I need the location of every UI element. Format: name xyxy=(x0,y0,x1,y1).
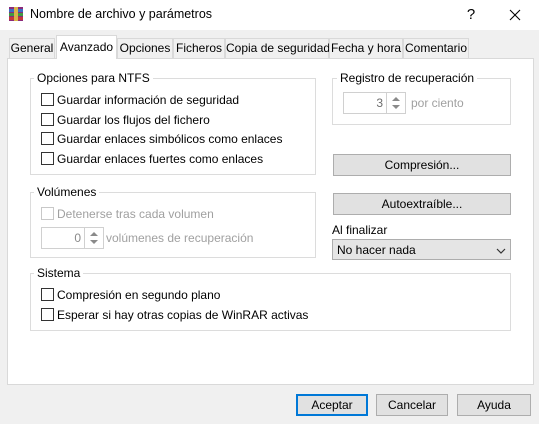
winrar-icon xyxy=(8,6,24,22)
wait-other-copies-label: Esperar si hay otras copias de WinRAR ac… xyxy=(57,308,309,322)
ntfs-group-title: Opciones para NTFS xyxy=(34,71,153,85)
recovery-volumes-spinner[interactable]: 0 xyxy=(41,227,104,249)
volume-pause-label: Detenerse tras cada volumen xyxy=(57,207,214,221)
finish-action-value: No hacer nada xyxy=(337,243,416,257)
tab-copia-de-seguridad[interactable]: Copia de seguridad xyxy=(225,38,330,58)
volumes-group-title: Volúmenes xyxy=(34,185,100,199)
tab-general[interactable]: General xyxy=(9,38,55,58)
spin-down-icon[interactable] xyxy=(392,105,400,109)
ntfs-symlinks-label: Guardar enlaces simbólicos como enlaces xyxy=(57,132,283,146)
system-group-title: Sistema xyxy=(34,266,84,280)
spin-down-icon[interactable] xyxy=(90,240,98,244)
spinner-arrows[interactable] xyxy=(84,228,103,248)
recovery-percent-suffix: por ciento xyxy=(411,96,464,110)
spin-up-icon[interactable] xyxy=(90,232,98,236)
tab-opciones[interactable]: Opciones xyxy=(117,38,173,58)
tab-comentario[interactable]: Comentario xyxy=(403,38,469,58)
chevron-down-icon xyxy=(496,245,506,255)
tab-avanzado[interactable]: Avanzado xyxy=(56,35,117,59)
ntfs-hardlinks-label: Guardar enlaces fuertes como enlaces xyxy=(57,152,264,166)
sfx-button[interactable]: Autoextraíble... xyxy=(333,193,511,215)
compression-button[interactable]: Compresión... xyxy=(333,154,511,176)
tab-fecha-y-hora[interactable]: Fecha y hora xyxy=(329,38,403,58)
recovery-volumes-suffix: volúmenes de recuperación xyxy=(106,231,254,245)
wait-other-copies-checkbox[interactable] xyxy=(41,308,54,321)
close-icon[interactable] xyxy=(500,1,530,29)
spin-up-icon[interactable] xyxy=(392,97,400,101)
ntfs-security-label: Guardar información de seguridad xyxy=(57,93,240,107)
ntfs-streams-label: Guardar los flujos del fichero xyxy=(57,113,210,127)
recovery-volumes-value: 0 xyxy=(74,231,81,245)
recovery-percent-spinner[interactable]: 3 xyxy=(343,92,406,114)
spinner-arrows[interactable] xyxy=(386,93,405,113)
system-group xyxy=(30,273,511,331)
ntfs-streams-checkbox[interactable] xyxy=(41,113,54,126)
ntfs-symlinks-checkbox[interactable] xyxy=(41,132,54,145)
ntfs-hardlinks-checkbox[interactable] xyxy=(41,152,54,165)
background-compression-checkbox[interactable] xyxy=(41,288,54,301)
tab-ficheros[interactable]: Ficheros xyxy=(173,38,225,58)
finish-label: Al finalizar xyxy=(332,223,388,237)
recovery-group-title: Registro de recuperación xyxy=(337,71,478,85)
ntfs-security-checkbox[interactable] xyxy=(41,93,54,106)
finish-action-select[interactable]: No hacer nada xyxy=(332,239,511,260)
volume-pause-checkbox[interactable] xyxy=(41,207,54,220)
ok-button[interactable]: Aceptar xyxy=(296,394,368,416)
recovery-percent-value: 3 xyxy=(376,96,383,110)
help-button[interactable]: Ayuda xyxy=(457,394,531,416)
background-compression-label: Compresión en segundo plano xyxy=(57,288,221,302)
help-icon[interactable]: ? xyxy=(456,1,486,29)
window-title: Nombre de archivo y parámetros xyxy=(30,7,213,21)
cancel-button[interactable]: Cancelar xyxy=(376,394,448,416)
